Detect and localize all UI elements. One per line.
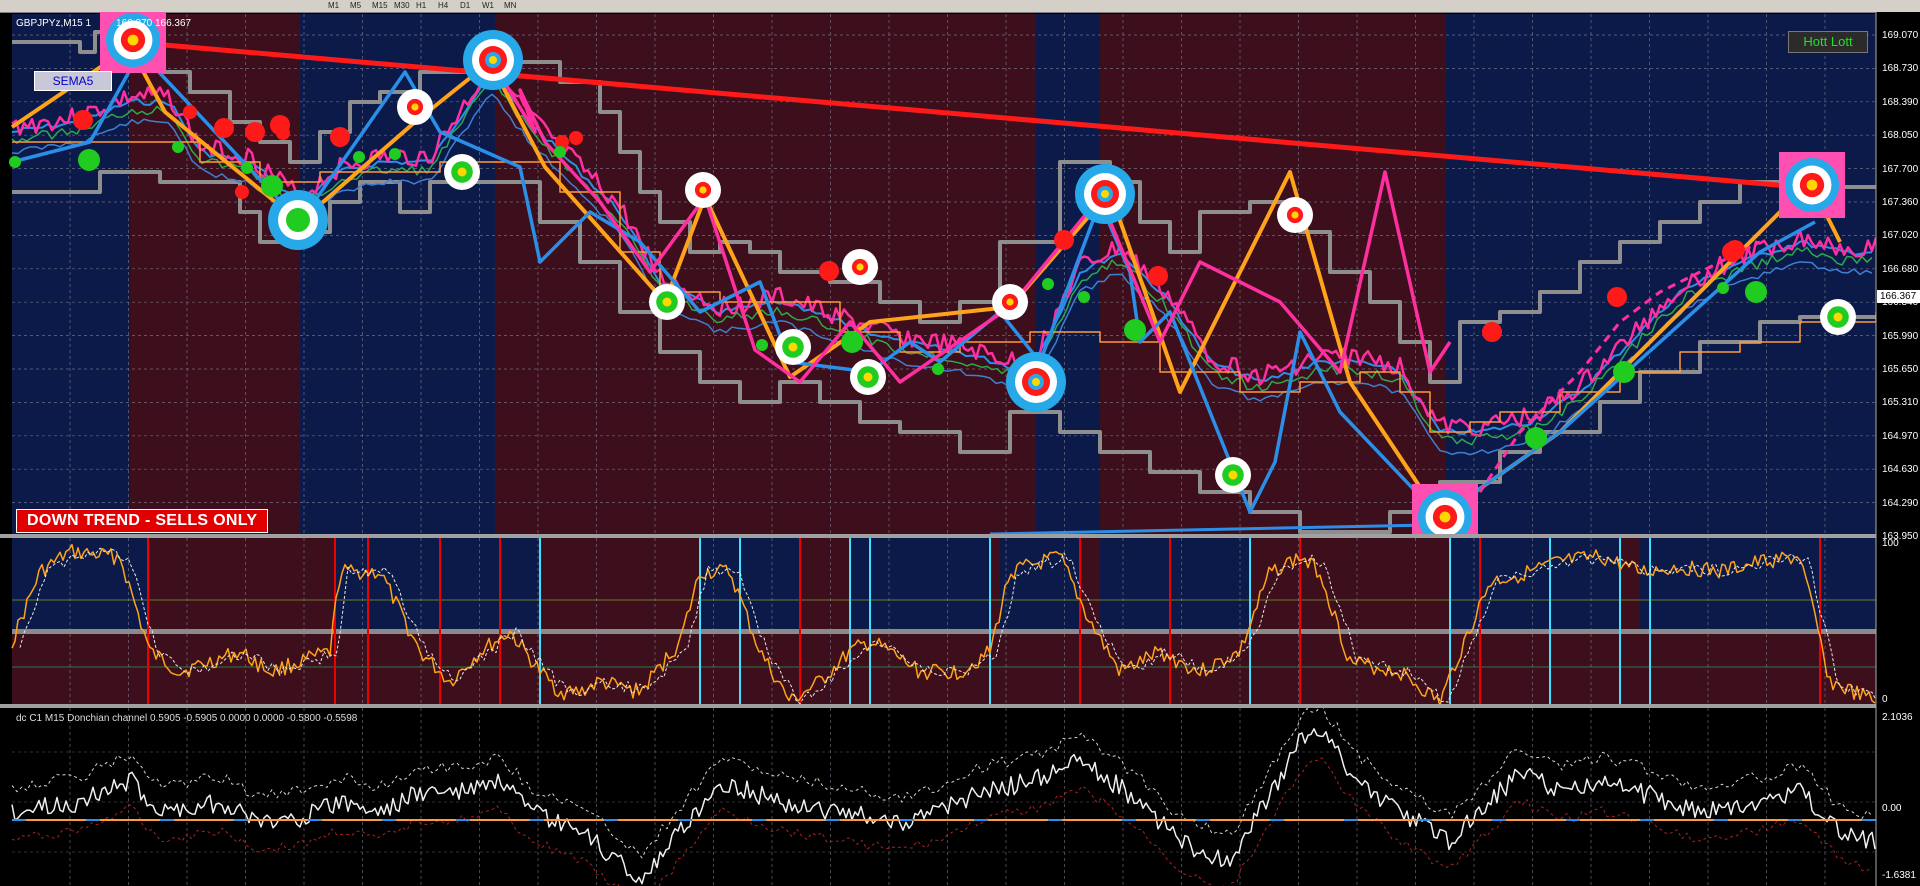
price-tick: 167.020 bbox=[1882, 230, 1919, 242]
price-tick: 167.360 bbox=[1882, 197, 1919, 208]
dc-axis-mid: 0.00 bbox=[1882, 803, 1902, 814]
swing-low-marker bbox=[775, 329, 811, 365]
swing-low-marker bbox=[1215, 457, 1251, 493]
dc-axis-top: 2.1036 bbox=[1882, 712, 1913, 723]
bull-zone bbox=[12, 14, 130, 534]
osc-bull-zone bbox=[1000, 538, 1080, 630]
sell-dot bbox=[276, 126, 290, 140]
buy-dot bbox=[841, 331, 863, 353]
price-tick: 164.630 bbox=[1882, 464, 1919, 476]
price-tick: 168.050 bbox=[1882, 130, 1919, 142]
dc-axis-bottom: -1.6381 bbox=[1882, 870, 1916, 881]
swing-target-marker bbox=[1785, 158, 1839, 212]
sell-dot bbox=[183, 105, 197, 119]
buy-dot bbox=[932, 363, 944, 375]
major-low-marker bbox=[268, 190, 328, 250]
sell-dot bbox=[1482, 322, 1502, 342]
osc-bull-zone bbox=[335, 538, 540, 630]
osc-bull-zone bbox=[1640, 538, 1876, 630]
timeframe-m30[interactable]: M30 bbox=[394, 0, 410, 11]
timeframe-h1[interactable]: H1 bbox=[416, 0, 426, 11]
swing-target-marker bbox=[842, 249, 878, 285]
donchian-title: dc C1 M15 Donchian channel 0.5905 -0.590… bbox=[16, 713, 358, 724]
buy-dot bbox=[756, 339, 768, 351]
chart-canvas bbox=[0, 12, 1920, 886]
oscillator-panel[interactable] bbox=[11, 538, 1885, 708]
buy-dot bbox=[172, 141, 184, 153]
buy-dot bbox=[1124, 319, 1146, 341]
timeframe-m1[interactable]: M1 bbox=[328, 0, 339, 11]
major-swing-marker bbox=[1075, 164, 1135, 224]
timeframe-h4[interactable]: H4 bbox=[438, 0, 448, 11]
price-tick: 165.650 bbox=[1882, 364, 1919, 375]
buy-dot bbox=[1078, 291, 1090, 303]
buy-dot bbox=[1613, 361, 1635, 383]
osc-bull-zone bbox=[12, 538, 148, 630]
donchian-panel[interactable] bbox=[11, 703, 1876, 886]
buy-dot bbox=[241, 162, 253, 174]
bull-zone bbox=[1036, 14, 1100, 534]
buy-dot bbox=[261, 175, 283, 197]
timeframe-mn[interactable]: MN bbox=[504, 0, 516, 11]
osc-axis-top: 100 bbox=[1882, 538, 1899, 549]
sell-dot bbox=[1057, 233, 1071, 247]
osc-bull-zone bbox=[1100, 538, 1250, 630]
buy-dot bbox=[1745, 281, 1767, 303]
swing-target-marker bbox=[1277, 197, 1313, 233]
buy-dot bbox=[78, 149, 100, 171]
sell-dot bbox=[330, 127, 350, 147]
swing-target-marker bbox=[397, 89, 433, 125]
price-tick: 169.070 bbox=[1882, 30, 1919, 41]
sell-dot bbox=[73, 110, 93, 130]
main-price-panel[interactable] bbox=[9, 12, 1878, 550]
current-price-label: 166.367 bbox=[1877, 290, 1920, 303]
buy-dot bbox=[1535, 431, 1547, 443]
buy-dot bbox=[389, 148, 401, 160]
swing-low-marker bbox=[444, 154, 480, 190]
timeframe-w1[interactable]: W1 bbox=[482, 0, 494, 11]
swing-target-marker bbox=[992, 284, 1028, 320]
swing-low-marker bbox=[1820, 299, 1856, 335]
price-tick: 167.700 bbox=[1882, 163, 1919, 175]
timeframe-m5[interactable]: M5 bbox=[350, 0, 361, 11]
sell-dot bbox=[245, 122, 265, 142]
sell-dot bbox=[1722, 242, 1742, 262]
price-tick: 164.290 bbox=[1882, 497, 1919, 509]
osc-bull-zone bbox=[700, 538, 800, 630]
major-swing-marker bbox=[463, 30, 523, 90]
sell-dot bbox=[819, 261, 839, 281]
price-tick: 165.990 bbox=[1882, 330, 1919, 342]
symbol-title: GBPJPYz,M15 1 166.270 166.367 bbox=[16, 18, 192, 29]
buy-dot bbox=[1717, 282, 1729, 294]
timeframe-m15[interactable]: M15 bbox=[372, 0, 388, 11]
sell-dot bbox=[235, 185, 249, 199]
sell-dot bbox=[1607, 287, 1627, 307]
swing-low-marker bbox=[850, 359, 886, 395]
buy-dot bbox=[554, 146, 566, 158]
swing-target-marker bbox=[685, 172, 721, 208]
sell-dot bbox=[1148, 266, 1168, 286]
price-tick: 164.970 bbox=[1882, 430, 1919, 442]
buy-dot bbox=[9, 156, 21, 168]
hott-lott-button[interactable]: Hott Lott bbox=[1788, 31, 1868, 53]
buy-dot bbox=[1042, 278, 1054, 290]
osc-axis-bottom: 0 bbox=[1882, 694, 1888, 705]
price-tick: 168.730 bbox=[1882, 63, 1919, 75]
timeframe-d1[interactable]: D1 bbox=[460, 0, 470, 11]
bull-zone bbox=[1446, 14, 1876, 534]
trend-banner: DOWN TREND - SELLS ONLY bbox=[16, 509, 269, 533]
osc-midband bbox=[12, 629, 1876, 634]
major-swing-marker bbox=[1006, 352, 1066, 412]
swing-low-marker bbox=[649, 284, 685, 320]
sell-dot bbox=[569, 131, 583, 145]
price-tick: 168.390 bbox=[1882, 96, 1919, 108]
sell-dot bbox=[214, 118, 234, 138]
price-tick: 166.680 bbox=[1882, 263, 1919, 275]
buy-dot bbox=[353, 151, 365, 163]
price-tick: 165.310 bbox=[1882, 397, 1919, 409]
sema5-label: SEMA5 bbox=[34, 71, 112, 91]
